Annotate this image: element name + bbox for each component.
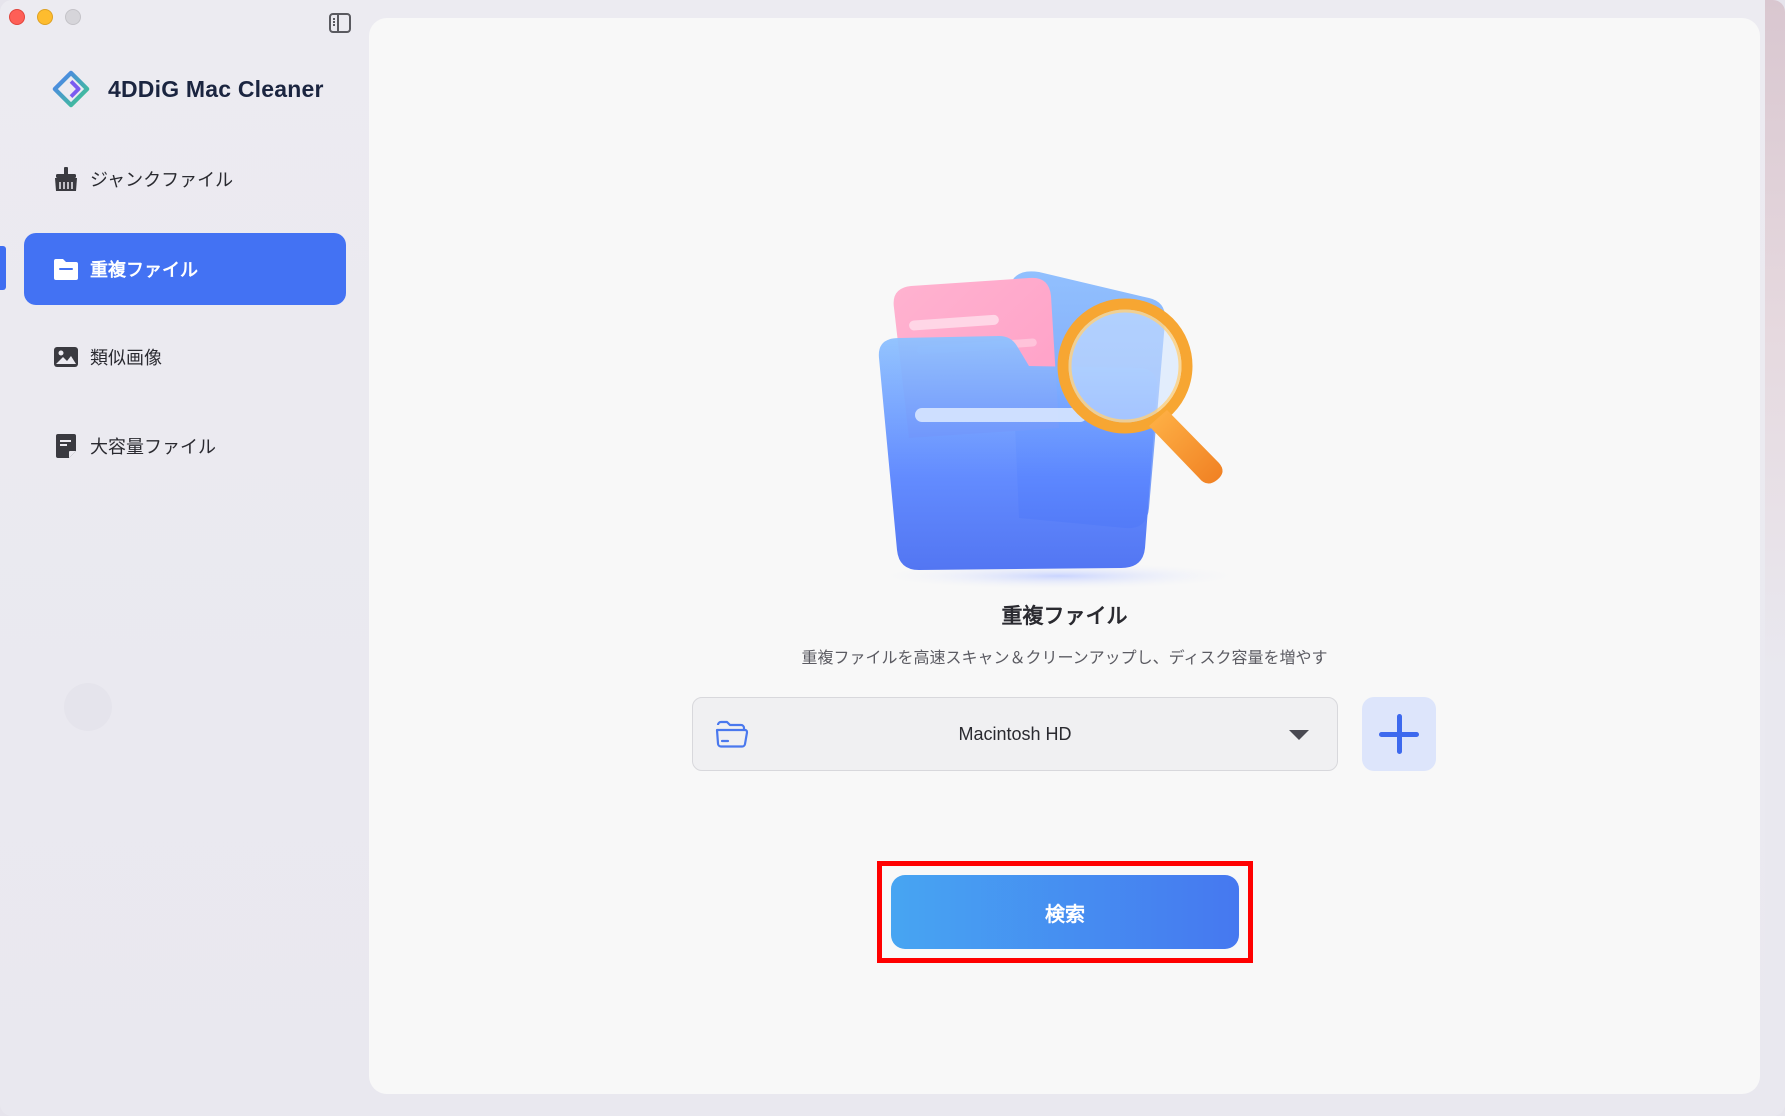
search-button[interactable]: 検索 [891,875,1239,949]
sidebar-item-label: 類似画像 [90,348,162,369]
sidebar-placeholder [64,683,112,731]
app-window: 4DDiG Mac Cleaner ジャンクファイル 重複ファイル 類似画像 大… [0,0,1785,1116]
chevron-down-icon [1289,730,1309,740]
sidebar-item-label: ジャンクファイル [90,170,234,191]
feature-subtitle: 重複ファイルを高速スキャン＆クリーンアップし、ディスク容量を増やす [801,648,1328,667]
close-icon[interactable] [9,9,25,25]
plus-icon-vertical [1396,714,1402,754]
search-button-label: 検索 [1045,901,1085,926]
window-edge [1765,0,1785,1116]
window-controls [9,9,81,25]
sidebar-item-junk-files[interactable]: ジャンクファイル [24,143,346,215]
zoom-icon[interactable] [65,9,81,25]
brand: 4DDiG Mac Cleaner [52,70,324,108]
app-logo-icon [52,70,90,108]
folder-magnifier-illustration [869,271,1249,590]
main-panel: 重複ファイル 重複ファイルを高速スキャン＆クリーンアップし、ディスク容量を増やす… [369,18,1760,1094]
folder-icon [52,255,80,283]
minimize-icon[interactable] [37,9,53,25]
broom-icon [52,165,80,193]
sidebar-item-label: 大容量ファイル [90,437,216,458]
add-location-button[interactable] [1362,697,1436,771]
sidebar-item-label: 重複ファイル [90,260,198,281]
location-select[interactable]: Macintosh HD [692,697,1338,771]
feature-title: 重複ファイル [1001,604,1128,628]
sidebar-item-similar-images[interactable]: 類似画像 [24,321,346,393]
app-name: 4DDiG Mac Cleaner [108,75,324,102]
sidebar-item-duplicate-files[interactable]: 重複ファイル [24,233,346,305]
image-icon [52,343,80,371]
active-indicator [0,246,6,290]
large-file-icon [52,432,80,460]
location-select-value: Macintosh HD [958,723,1072,744]
sidebar-item-large-files[interactable]: 大容量ファイル [24,410,346,482]
sidebar-toggle-icon[interactable] [329,13,351,33]
